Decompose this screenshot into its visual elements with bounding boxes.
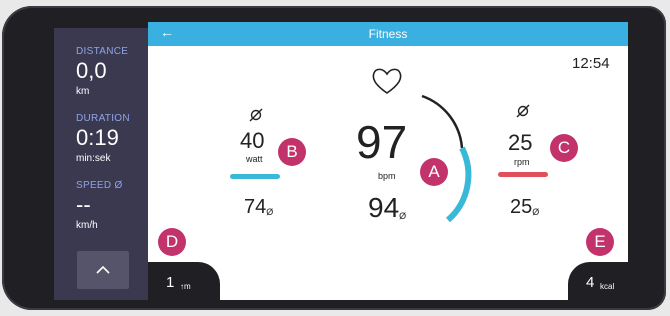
pedal-icon (516, 104, 530, 118)
cadence-unit: rpm (514, 157, 530, 167)
speed-unit: km/h (76, 220, 98, 231)
cadence-bar (498, 172, 548, 177)
heart-rate-arc (421, 94, 472, 223)
pedal-icon (249, 108, 263, 122)
callout-badge-d: D (158, 228, 186, 256)
speed-value: -- (76, 192, 91, 217)
callout-badge-a: A (420, 158, 448, 186)
cadence-average: 25Ø (510, 196, 540, 218)
clock: 12:54 (572, 55, 610, 72)
distance-value: 0,0 (76, 58, 107, 83)
chevron-up-icon (96, 265, 110, 274)
calories-tab[interactable]: 4 kcal (568, 262, 628, 300)
power-bar (230, 174, 280, 179)
elevation-tab[interactable]: 1 ↑m (148, 262, 220, 300)
callout-badge-e: E (586, 228, 614, 256)
power-unit: watt (246, 154, 263, 164)
elevation-value: 1 (166, 274, 175, 291)
distance-label: DISTANCE (76, 46, 129, 57)
speed-label: SPEED Ø (76, 180, 123, 191)
calories-value: 4 (586, 274, 595, 291)
heart-icon (372, 68, 402, 94)
duration-value: 0:19 (76, 125, 119, 150)
heart-rate-value: 97 (356, 116, 408, 168)
callout-badge-b: B (278, 138, 306, 166)
callout-badge-c: C (550, 134, 578, 162)
heart-rate-average: 94Ø (368, 192, 407, 223)
elevation-unit: ↑m (180, 282, 191, 291)
distance-unit: km (76, 86, 90, 97)
power-value: 40 (240, 128, 265, 153)
page-title: Fitness (368, 27, 408, 41)
duration-unit: min:sek (76, 153, 111, 164)
duration-label: DURATION (76, 113, 130, 124)
cadence-value: 25 (508, 130, 533, 155)
power-average: 74Ø (244, 196, 274, 218)
scroll-up-button[interactable] (77, 251, 129, 289)
calories-unit: kcal (600, 282, 615, 291)
heart-rate-unit: bpm (378, 171, 396, 181)
title-bar: ← Fitness (148, 22, 628, 46)
